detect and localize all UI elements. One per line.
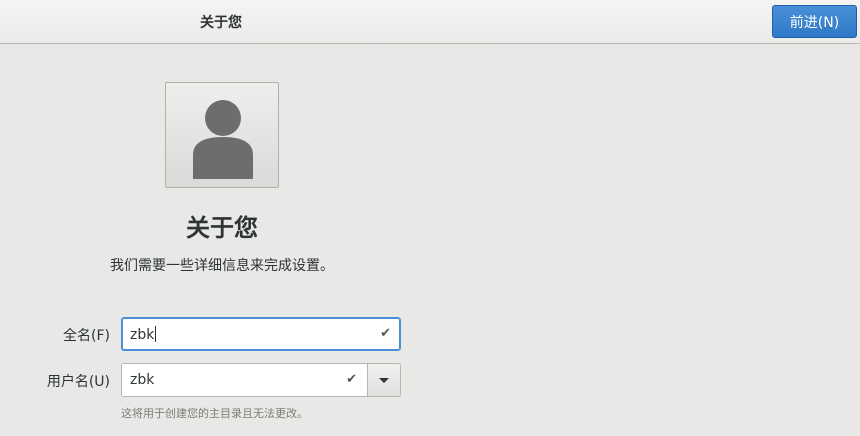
next-button[interactable]: 前进(N) bbox=[772, 5, 857, 38]
check-icon: ✔ bbox=[380, 326, 391, 341]
text-cursor bbox=[155, 326, 157, 342]
avatar-button[interactable] bbox=[165, 82, 279, 188]
chevron-down-icon bbox=[379, 377, 389, 383]
fullname-label: 全名(F) bbox=[63, 328, 110, 344]
header-title: 关于您 bbox=[200, 15, 242, 31]
fullname-value: zbk bbox=[130, 326, 157, 343]
username-combo[interactable]: zbk ✔ bbox=[121, 363, 401, 397]
user-avatar-icon bbox=[193, 100, 253, 179]
header-bar: 关于您 前进(N) bbox=[0, 0, 860, 44]
username-value: zbk bbox=[130, 372, 155, 388]
username-hint: 这将用于创建您的主目录且无法更改。 bbox=[121, 407, 308, 420]
check-icon: ✔ bbox=[346, 372, 357, 387]
username-label: 用户名(U) bbox=[46, 374, 110, 390]
username-dropdown-button[interactable] bbox=[367, 364, 400, 396]
fullname-field[interactable]: zbk ✔ bbox=[121, 317, 401, 351]
page-title: 关于您 bbox=[186, 214, 258, 242]
page-subtitle: 我们需要一些详细信息来完成设置。 bbox=[110, 258, 334, 274]
